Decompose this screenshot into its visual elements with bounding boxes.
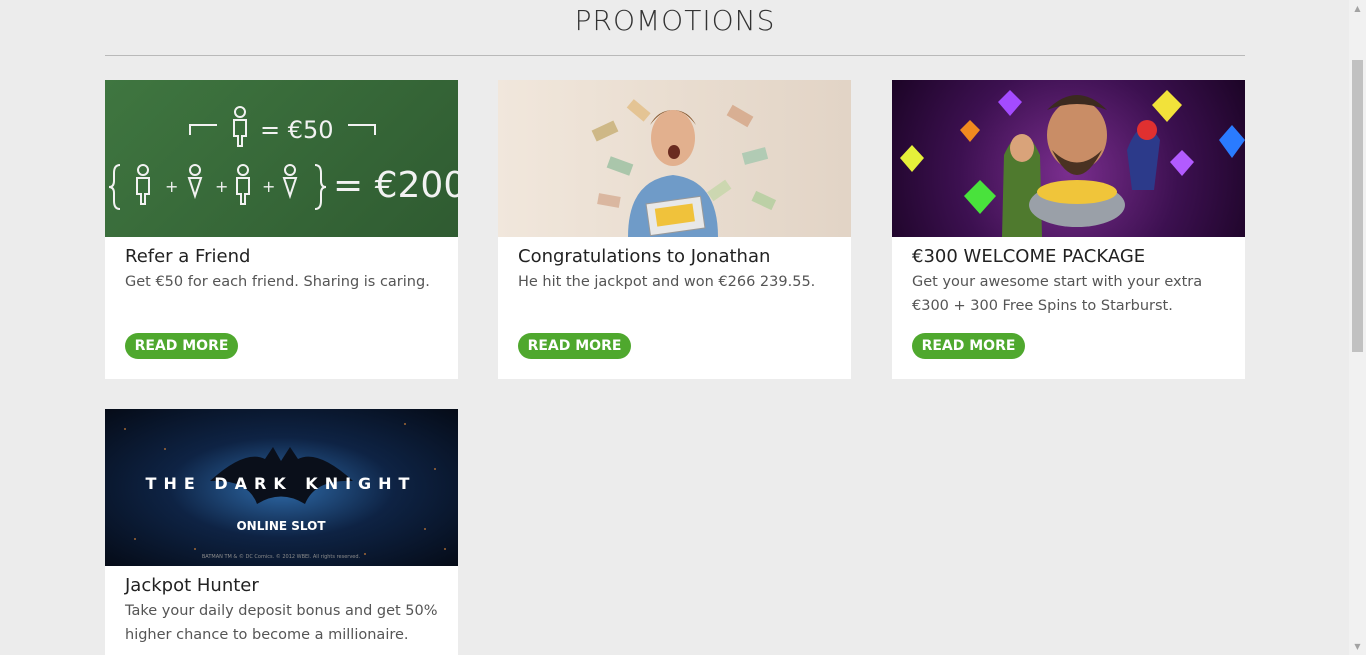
refer-a-friend-image[interactable]: + + + = €50 = €200 bbox=[105, 80, 458, 237]
chalk-text-200: = €200 bbox=[333, 165, 458, 206]
slot-characters-illustration bbox=[900, 90, 1245, 237]
promo-description: Take your daily deposit bonus and get 50… bbox=[125, 603, 438, 643]
promo-title: Congratulations to Jonathan bbox=[518, 246, 771, 267]
promo-card-refer-a-friend[interactable]: + + + = €50 = €200 Refer a Friend Get €5… bbox=[105, 80, 458, 379]
title-divider bbox=[105, 55, 1245, 56]
promo-description: Get €50 for each friend. Sharing is cari… bbox=[125, 274, 430, 290]
promo-title: Jackpot Hunter bbox=[125, 575, 259, 596]
page-scrollbar[interactable]: ▲ ▼ bbox=[1349, 0, 1366, 655]
jackpot-winner-image[interactable] bbox=[498, 80, 851, 237]
promo-card-jackpot-winner[interactable]: Congratulations to Jonathan He hit the j… bbox=[498, 80, 851, 379]
read-more-button[interactable]: READ MORE bbox=[912, 333, 1025, 359]
svg-text:+: + bbox=[215, 177, 228, 196]
chalkboard-illustration: + + + = €50 = €200 bbox=[108, 106, 458, 210]
read-more-button[interactable]: READ MORE bbox=[518, 333, 631, 359]
promo-description: Get your awesome start with your extra €… bbox=[912, 274, 1203, 314]
scroll-thumb[interactable] bbox=[1352, 60, 1363, 352]
knight-subtitle: ONLINE SLOT bbox=[236, 519, 326, 533]
knight-fineprint: BATMAN TM & © DC Comics. © 2012 WBEI. Al… bbox=[202, 553, 361, 560]
page-title: PROMOTIONS bbox=[574, 4, 776, 37]
promo-card-jackpot-hunter[interactable]: THE DARK KNIGHT ONLINE SLOT BATMAN TM & … bbox=[105, 409, 458, 655]
promo-description: He hit the jackpot and won €266 239.55. bbox=[518, 274, 816, 290]
welcome-package-image[interactable] bbox=[892, 80, 1245, 237]
promo-card-welcome-package[interactable]: €300 WELCOME PACKAGE Get your awesome st… bbox=[892, 80, 1245, 379]
dark-knight-image[interactable]: THE DARK KNIGHT ONLINE SLOT BATMAN TM & … bbox=[105, 409, 458, 566]
promo-title: €300 WELCOME PACKAGE bbox=[912, 246, 1146, 267]
svg-text:+: + bbox=[165, 177, 178, 196]
gnome-face bbox=[1047, 100, 1107, 170]
scroll-down-arrow-icon[interactable]: ▼ bbox=[1349, 638, 1366, 655]
dark-knight-illustration: THE DARK KNIGHT ONLINE SLOT BATMAN TM & … bbox=[124, 423, 446, 560]
scroll-up-arrow-icon[interactable]: ▲ bbox=[1349, 0, 1366, 17]
chalk-text-50: = €50 bbox=[260, 116, 334, 144]
read-more-button[interactable]: READ MORE bbox=[125, 333, 238, 359]
promo-title: Refer a Friend bbox=[125, 246, 251, 267]
knight-title: THE DARK KNIGHT bbox=[146, 474, 417, 493]
winner-illustration bbox=[591, 99, 777, 237]
svg-text:+: + bbox=[262, 177, 275, 196]
